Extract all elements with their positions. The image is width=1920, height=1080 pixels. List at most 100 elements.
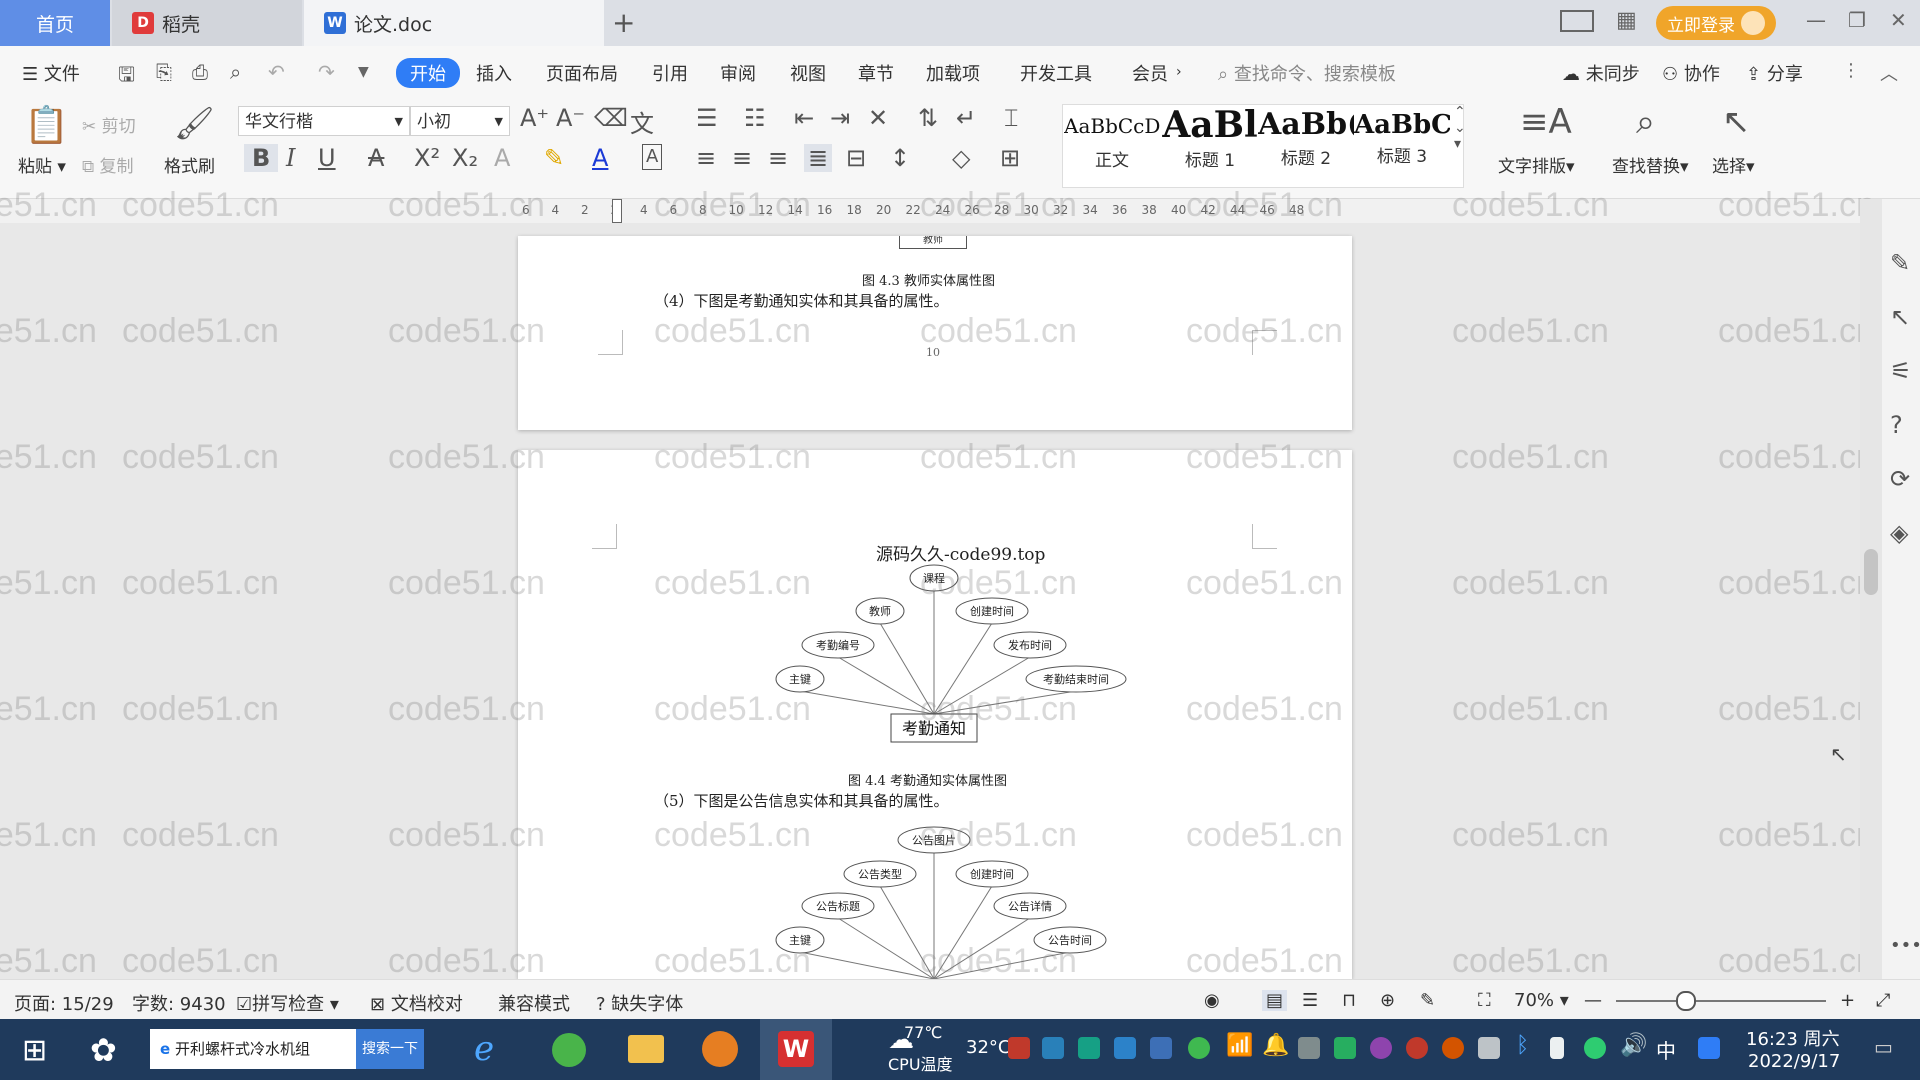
bell-icon[interactable]: 🔔 <box>1262 1033 1289 1058</box>
collapse-ribbon-icon[interactable]: ︿ <box>1880 60 1898 86</box>
fullscreen-icon[interactable]: ⤢ <box>1876 990 1890 1011</box>
web-view-icon[interactable]: ⊕ <box>1380 990 1395 1011</box>
more-icon[interactable]: ••• <box>1890 935 1920 956</box>
style-heading3[interactable]: AaBbC 标题 3 <box>1354 104 1450 184</box>
shield-icon[interactable] <box>1150 1037 1172 1059</box>
tray-app-icon[interactable] <box>1008 1037 1030 1059</box>
tab-page-layout[interactable]: 页面布局 <box>546 60 618 86</box>
ime-indicator[interactable]: 中 <box>1656 1035 1676 1064</box>
style-heading2[interactable]: AaBb( 标题 2 <box>1258 104 1354 184</box>
proofread-button[interactable]: ⊠ 文档校对 <box>370 990 463 1016</box>
format-painter-button[interactable]: 格式刷 <box>164 152 215 177</box>
style-normal[interactable]: AaBbCcDd 正文 <box>1064 104 1160 184</box>
phonetic-guide-icon[interactable]: 文 <box>630 104 654 139</box>
tray-app-icon[interactable] <box>1334 1037 1356 1059</box>
outline-view-icon[interactable]: ☰ <box>1302 990 1318 1011</box>
compass-icon[interactable]: ◈ <box>1890 519 1908 547</box>
page-view-icon[interactable]: ▤ <box>1262 990 1288 1011</box>
zoom-slider[interactable] <box>1616 1000 1826 1002</box>
font-color-icon[interactable]: A <box>592 144 608 172</box>
justify-icon[interactable]: ≣ <box>804 144 833 172</box>
redo-icon[interactable]: ↷ <box>318 60 335 84</box>
backup-icon[interactable]: ⟳ <box>1890 465 1910 493</box>
collaborate-button[interactable]: ⚇ 协作 <box>1662 60 1720 86</box>
help-icon[interactable]: ? <box>1890 411 1903 439</box>
cursor-icon[interactable]: ↖ <box>1890 303 1910 331</box>
superscript-icon[interactable]: X² <box>414 144 440 172</box>
tab-start[interactable]: 开始 <box>396 58 460 88</box>
tray-app-icon[interactable] <box>1042 1037 1064 1059</box>
select-cursor-icon[interactable]: ↖ <box>1722 102 1751 142</box>
new-tab-plus-icon[interactable]: + <box>612 6 635 39</box>
show-marks-icon[interactable]: ↵ <box>956 104 976 132</box>
align-right-icon[interactable]: ≡ <box>768 144 788 172</box>
tab-daoke[interactable]: D 稻壳 <box>112 0 302 46</box>
increase-font-icon[interactable]: A⁺ <box>520 104 549 132</box>
text-layout-button[interactable]: 文字排版▾ <box>1498 152 1575 177</box>
tray-app-icon[interactable] <box>1078 1037 1100 1059</box>
clock-date[interactable]: 2022/9/17 <box>1748 1051 1840 1072</box>
qq-icon[interactable] <box>1370 1037 1392 1059</box>
restore-icon[interactable]: ❐ <box>1848 8 1866 32</box>
read-view-icon[interactable]: ⊓ <box>1342 990 1356 1011</box>
paste-icon[interactable]: 📋 <box>24 104 69 146</box>
horizontal-ruler[interactable]: 6422468101214161820222426283032343638404… <box>0 199 1920 223</box>
windows-start-icon[interactable]: ⊞ <box>22 1033 47 1068</box>
align-center-icon[interactable]: ≡ <box>732 144 752 172</box>
shading-icon[interactable]: ◇ <box>952 144 970 172</box>
spell-check-button[interactable]: ☑拼写检查 ▾ <box>236 990 339 1016</box>
page-count[interactable]: 页面: 15/29 <box>14 990 114 1016</box>
tab-chapter[interactable]: 章节 <box>858 60 894 86</box>
clear-format-icon[interactable]: ⌫ <box>594 104 628 132</box>
print-icon[interactable]: ⎙ <box>192 60 208 84</box>
share-button[interactable]: ⇪ 分享 <box>1746 60 1803 86</box>
wifi-icon[interactable]: 📶 <box>1226 1033 1253 1058</box>
qq-icon[interactable] <box>1442 1037 1464 1059</box>
clock-time[interactable]: 16:23 周六 <box>1746 1025 1840 1051</box>
undo-icon[interactable]: ↶ <box>268 60 285 84</box>
print-preview-icon[interactable]: ⌕ <box>230 60 241 84</box>
tab-insert[interactable]: 插入 <box>476 60 512 86</box>
missing-font-button[interactable]: ? 缺失字体 <box>596 990 683 1016</box>
tab-references[interactable]: 引用 <box>652 60 688 86</box>
chinese-layout-icon[interactable]: ✕ <box>868 104 888 132</box>
more-options-icon[interactable]: ⋮ <box>1842 60 1860 81</box>
quick-access-dropdown-icon[interactable]: ▼ <box>358 64 369 80</box>
tab-developer[interactable]: 开发工具 <box>1020 60 1092 86</box>
usb-icon[interactable] <box>1550 1037 1564 1059</box>
copy-button[interactable]: ⧉ 复制 <box>82 152 134 177</box>
more-tabs-icon[interactable]: › <box>1176 64 1182 80</box>
tab-review[interactable]: 审阅 <box>720 60 756 86</box>
pen-icon[interactable]: ✎ <box>1890 249 1910 277</box>
adjust-icon[interactable]: ⚟ <box>1890 357 1912 385</box>
app-pinwheel-icon[interactable]: ✿ <box>90 1031 117 1069</box>
tray-app-icon[interactable] <box>1188 1037 1210 1059</box>
indent-marker[interactable] <box>612 199 622 223</box>
save-icon[interactable]: 🖫 <box>118 60 135 94</box>
app-orange-icon[interactable] <box>702 1031 738 1067</box>
paste-button[interactable]: 粘贴 ▾ <box>18 152 66 177</box>
zoom-select[interactable]: 70% ▾ <box>1514 990 1569 1011</box>
text-effect-icon[interactable]: A <box>494 144 510 172</box>
scrollbar-thumb[interactable] <box>1864 549 1878 595</box>
fit-page-icon[interactable]: ⛶ <box>1478 990 1491 1011</box>
highlight-icon[interactable]: ✎ <box>544 144 564 172</box>
command-search[interactable]: ⌕ 查找命令、搜索模板 <box>1218 60 1396 86</box>
bluetooth-icon[interactable]: ᛒ <box>1516 1033 1529 1058</box>
sync-status[interactable]: ☁ 未同步 <box>1562 60 1640 86</box>
tabs-icon[interactable]: ⌶ <box>1004 104 1018 132</box>
line-spacing-icon[interactable]: ↕ <box>890 144 910 172</box>
format-painter-icon[interactable]: 🖌 <box>174 104 215 142</box>
notification-center-icon[interactable]: ▭ <box>1874 1035 1893 1059</box>
minimize-icon[interactable]: — <box>1806 8 1826 32</box>
font-size-select[interactable]: 小初 ▼ <box>410 106 510 136</box>
distribute-icon[interactable]: ⊟ <box>846 144 866 172</box>
sort-icon[interactable]: ⇅ <box>918 104 938 132</box>
select-button[interactable]: 选择▾ <box>1712 152 1755 177</box>
bullet-list-icon[interactable]: ☰ <box>696 104 718 132</box>
volume-icon[interactable]: 🔊 <box>1620 1033 1647 1058</box>
tab-home[interactable]: 首页 <box>0 0 110 46</box>
italic-icon[interactable]: I <box>286 144 295 172</box>
find-replace-button[interactable]: 查找替换▾ <box>1612 152 1689 177</box>
strikethrough-icon[interactable]: A <box>368 144 384 172</box>
